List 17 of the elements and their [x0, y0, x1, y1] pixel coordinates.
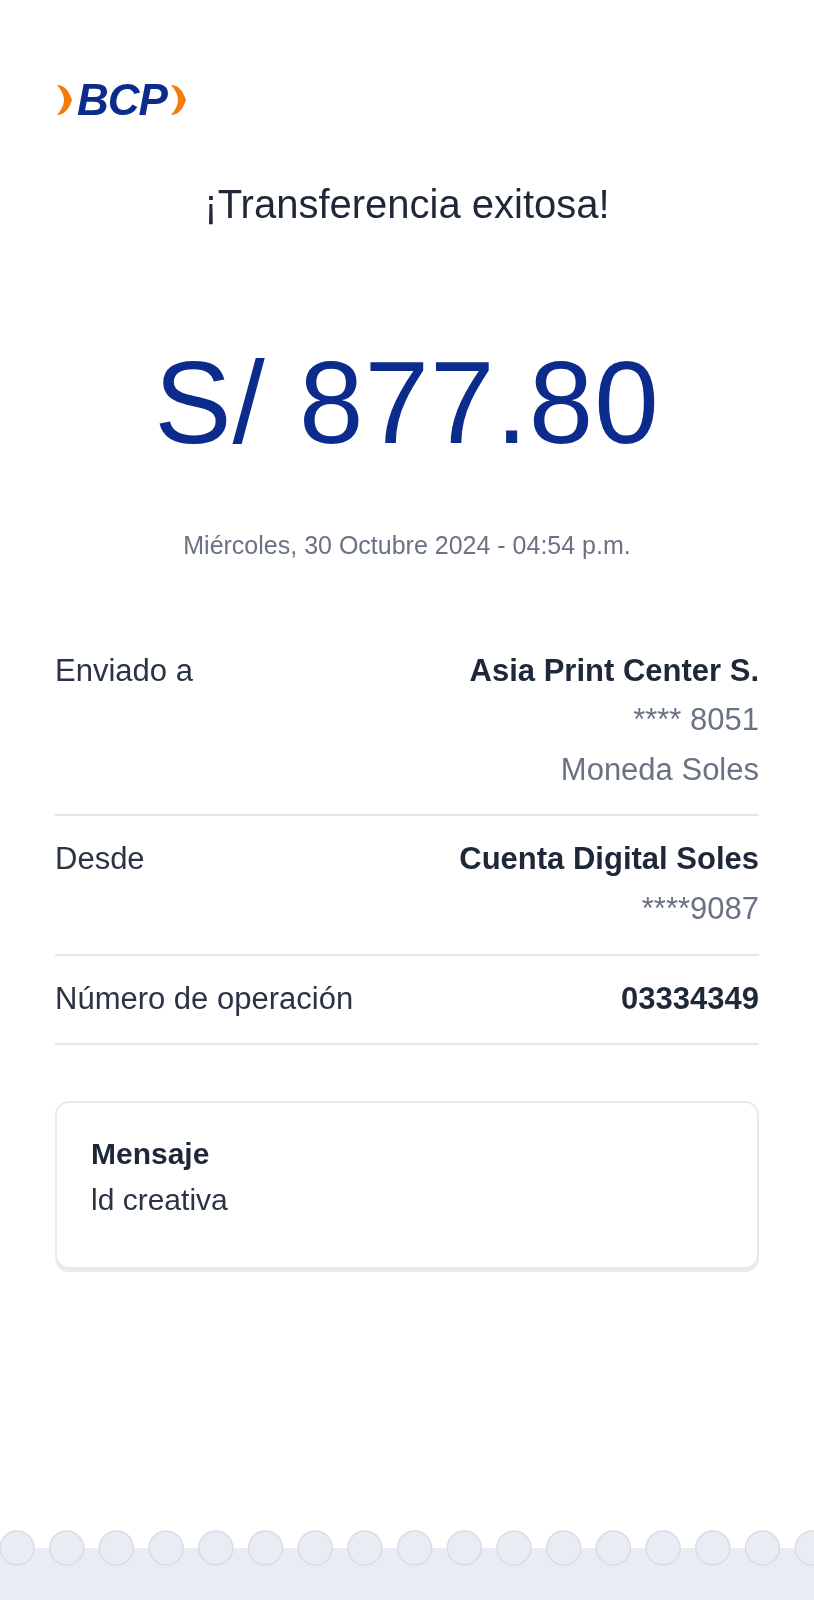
page-title: ¡Transferencia exitosa!	[203, 181, 611, 228]
detail-label: Desde	[55, 840, 145, 879]
chevron-icon	[55, 83, 75, 117]
transfer-date: Miércoles, 30 Octubre 2024 - 04:54 p.m.	[182, 529, 632, 560]
detail-label: Número de operación	[55, 979, 354, 1018]
message-label: Mensaje	[91, 1137, 211, 1172]
detail-value: Asia Print Center S.	[469, 651, 759, 690]
transfer-amount: S/ 877.80	[153, 340, 661, 468]
detail-value: Cuenta Digital Soles	[459, 840, 759, 879]
detail-value: Moneda Soles	[560, 750, 759, 789]
logo-text: BCP	[77, 78, 167, 122]
detail-value: 03334349	[621, 979, 759, 1018]
chevron-icon	[168, 83, 189, 117]
detail-value: **** 8051	[633, 701, 759, 740]
detail-label: Enviado a	[55, 651, 193, 690]
message-text: ld creativa	[91, 1183, 229, 1218]
detail-value: ****9087	[641, 889, 759, 928]
